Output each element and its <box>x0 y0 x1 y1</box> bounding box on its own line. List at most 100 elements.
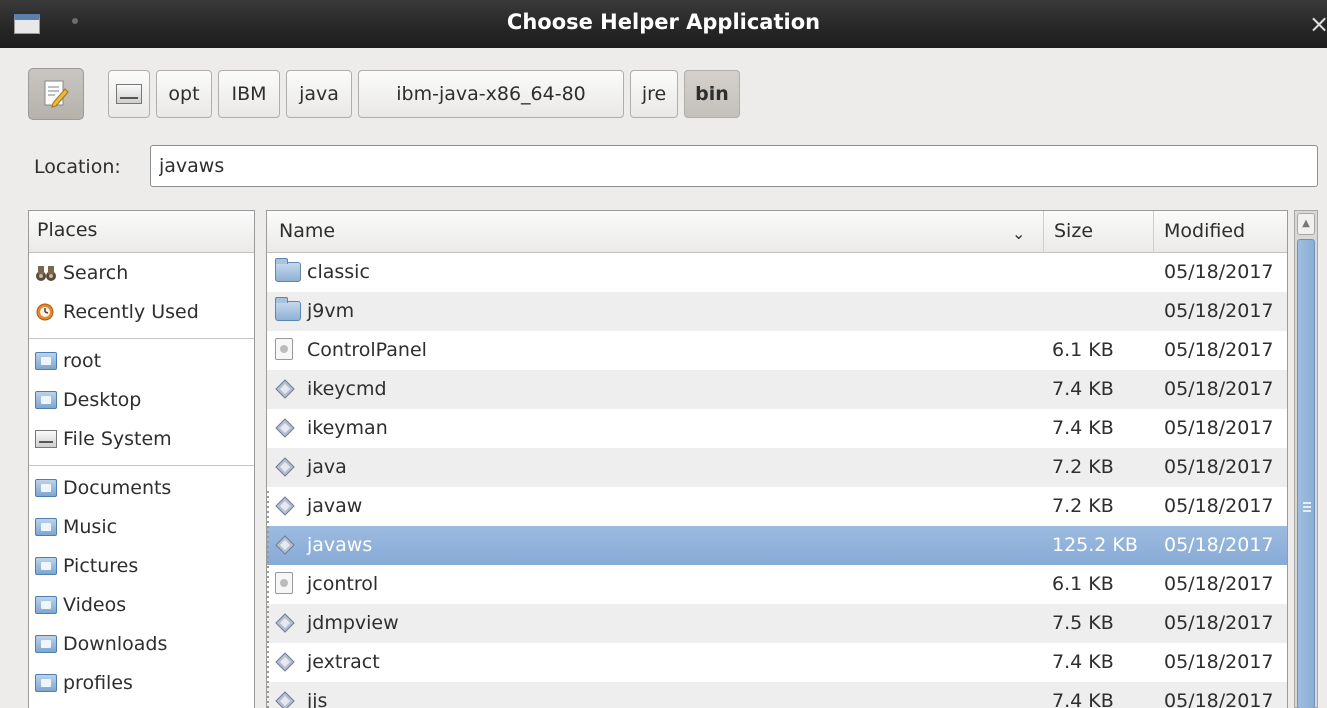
place-recently-used[interactable]: Recently Used <box>29 292 254 331</box>
table-row[interactable]: javaw 7.2 KB 05/18/2017 <box>267 487 1287 526</box>
file-modified: 05/18/2017 <box>1164 495 1274 517</box>
crumb-opt[interactable]: opt <box>156 70 212 118</box>
file-list: Name ⌄ Size Modified classic 05/18/2017 j9… <box>266 210 1288 708</box>
pictures-folder-icon <box>35 556 57 575</box>
script-file-icon <box>275 572 293 594</box>
file-size: 7.5 KB <box>1052 612 1114 634</box>
path-bar: opt IBM java ibm-java-x86_64-80 jre bin <box>28 68 746 120</box>
script-file-icon <box>275 338 293 360</box>
place-label: Documents <box>63 476 172 499</box>
type-location-button[interactable] <box>28 68 84 120</box>
home-folder-icon <box>35 351 57 370</box>
column-name[interactable]: Name <box>267 211 1044 253</box>
place-downloads[interactable]: Downloads <box>29 624 254 663</box>
file-name: j9vm <box>307 300 355 322</box>
table-row[interactable]: jextract 7.4 KB 05/18/2017 <box>267 643 1287 682</box>
executable-icon <box>275 535 295 555</box>
table-row[interactable]: ikeycmd 7.4 KB 05/18/2017 <box>267 370 1287 409</box>
place-label: Desktop <box>63 388 142 411</box>
file-name: jextract <box>307 651 380 673</box>
place-file-system[interactable]: File System <box>29 419 254 458</box>
table-row[interactable]: jjs 7.4 KB 05/18/2017 <box>267 682 1287 708</box>
table-row[interactable]: jdmpview 7.5 KB 05/18/2017 <box>267 604 1287 643</box>
file-modified: 05/18/2017 <box>1164 378 1274 400</box>
sort-descending-icon: ⌄ <box>1012 224 1026 243</box>
close-icon[interactable]: × <box>1309 10 1327 38</box>
place-pictures[interactable]: Pictures <box>29 546 254 585</box>
thumb-grip <box>1303 502 1311 512</box>
drive-icon <box>116 84 142 104</box>
folder-icon <box>35 673 57 692</box>
column-modified[interactable]: Modified <box>1154 211 1287 253</box>
place-profiles[interactable]: profiles <box>29 663 254 702</box>
pane-resize-grip[interactable] <box>267 491 269 708</box>
location-input[interactable] <box>150 145 1318 187</box>
table-row[interactable]: ikeyman 7.4 KB 05/18/2017 <box>267 409 1287 448</box>
desktop-folder-icon <box>35 390 57 409</box>
place-label: Recently Used <box>63 300 199 323</box>
recent-clock-icon <box>36 303 54 320</box>
place-music[interactable]: Music <box>29 507 254 546</box>
file-name: jcontrol <box>307 573 379 595</box>
table-row[interactable]: j9vm 05/18/2017 <box>267 292 1287 331</box>
executable-icon <box>275 418 295 438</box>
scroll-up-button[interactable]: ▲ <box>1297 213 1315 235</box>
binoculars-icon <box>36 265 56 281</box>
file-modified: 05/18/2017 <box>1164 612 1274 634</box>
place-videos[interactable]: Videos <box>29 585 254 624</box>
crumb-ibm[interactable]: IBM <box>218 70 280 118</box>
file-modified: 05/18/2017 <box>1164 651 1274 673</box>
file-name: java <box>307 456 347 478</box>
table-row[interactable]: java 7.2 KB 05/18/2017 <box>267 448 1287 487</box>
place-label: Downloads <box>63 632 168 655</box>
places-separator <box>29 458 254 466</box>
places-separator <box>29 331 254 339</box>
crumb-java[interactable]: java <box>286 70 352 118</box>
music-folder-icon <box>35 517 57 536</box>
file-name: jdmpview <box>307 612 399 634</box>
vertical-scrollbar[interactable]: ▲ <box>1294 210 1318 708</box>
file-size: 7.2 KB <box>1052 456 1114 478</box>
crumb-root[interactable] <box>108 70 150 118</box>
file-name: ControlPanel <box>307 339 427 361</box>
file-size: 7.4 KB <box>1052 378 1114 400</box>
place-label: Music <box>63 515 118 538</box>
place-label: Search <box>63 261 129 284</box>
table-row[interactable]: jcontrol 6.1 KB 05/18/2017 <box>267 565 1287 604</box>
folder-icon <box>275 258 301 282</box>
place-label: File System <box>63 427 172 450</box>
documents-folder-icon <box>35 478 57 497</box>
file-size: 125.2 KB <box>1052 534 1138 556</box>
folder-icon <box>275 297 301 321</box>
executable-icon <box>275 379 295 399</box>
crumb-ibm-java[interactable]: ibm-java-x86_64-80 <box>358 70 624 118</box>
file-size: 7.4 KB <box>1052 651 1114 673</box>
file-list-header: Name ⌄ Size Modified <box>267 211 1287 253</box>
file-modified: 05/18/2017 <box>1164 534 1274 556</box>
place-label: root <box>63 349 102 372</box>
file-modified: 05/18/2017 <box>1164 573 1274 595</box>
place-desktop[interactable]: Desktop <box>29 380 254 419</box>
file-name: classic <box>307 261 370 283</box>
file-name: ikeycmd <box>307 378 387 400</box>
table-row[interactable]: javaws 125.2 KB 05/18/2017 <box>267 526 1287 565</box>
file-name: jjs <box>307 690 328 708</box>
place-label: profiles <box>63 671 133 694</box>
table-row[interactable]: classic 05/18/2017 <box>267 253 1287 292</box>
file-size: 7.4 KB <box>1052 690 1114 708</box>
column-size[interactable]: Size <box>1044 211 1154 253</box>
file-modified: 05/18/2017 <box>1164 300 1274 322</box>
place-root[interactable]: root <box>29 341 254 380</box>
place-documents[interactable]: Documents <box>29 468 254 507</box>
places-header[interactable]: Places <box>29 211 254 253</box>
table-row[interactable]: ControlPanel 6.1 KB 05/18/2017 <box>267 331 1287 370</box>
crumb-bin[interactable]: bin <box>684 70 740 118</box>
executable-icon <box>275 613 295 633</box>
crumb-jre[interactable]: jre <box>630 70 678 118</box>
place-search[interactable]: Search <box>29 253 254 292</box>
file-name: javaw <box>307 495 363 517</box>
file-size: 6.1 KB <box>1052 573 1114 595</box>
scrollbar-thumb[interactable] <box>1297 239 1315 708</box>
file-modified: 05/18/2017 <box>1164 456 1274 478</box>
executable-icon <box>275 652 295 672</box>
